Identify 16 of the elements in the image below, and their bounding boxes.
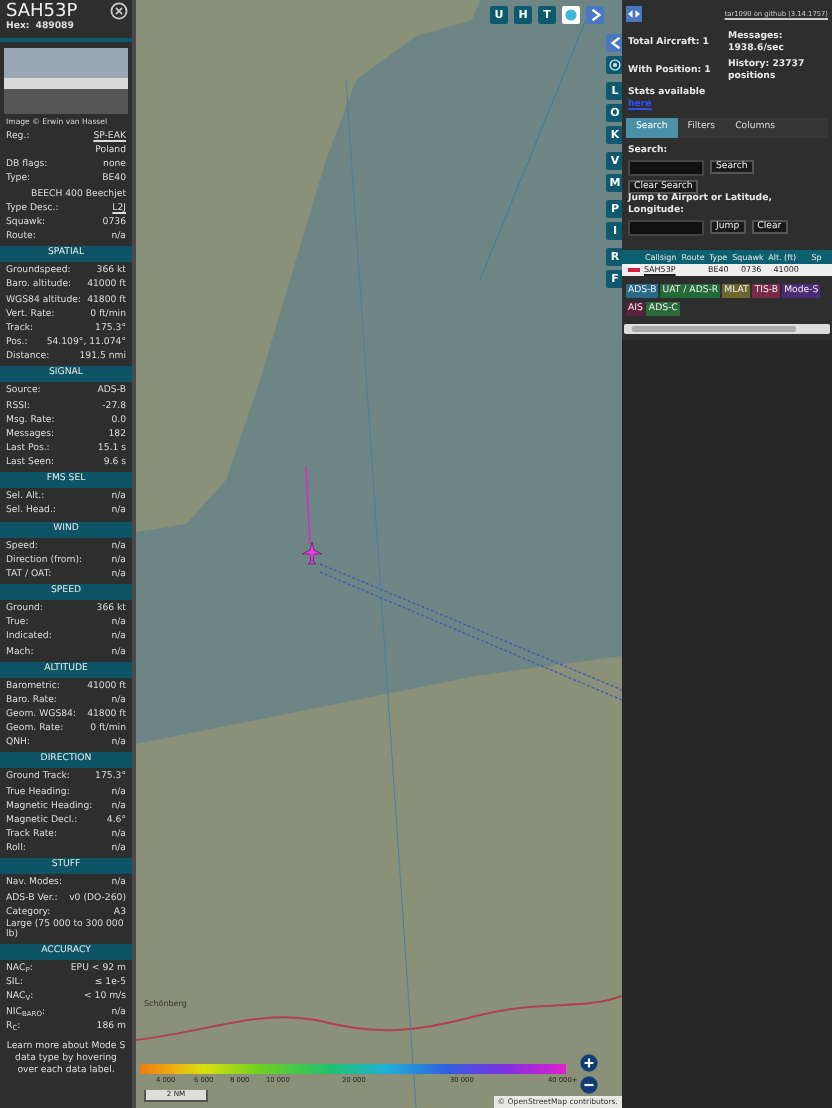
panel-toggle-button[interactable]	[626, 6, 642, 22]
aircraft-callsign: SAH53P	[6, 2, 78, 22]
zoom-out-button[interactable]	[580, 1070, 598, 1088]
zoom-in-button[interactable]	[580, 1048, 598, 1066]
flag-icon	[627, 264, 640, 273]
expand-button[interactable]	[606, 34, 622, 52]
globe-button[interactable]	[562, 6, 580, 24]
aircraft-icon[interactable]	[301, 541, 323, 565]
collapse-button[interactable]	[586, 6, 604, 24]
settings-button[interactable]	[606, 56, 622, 74]
search-field[interactable]	[628, 159, 704, 176]
photo-placeholder	[4, 48, 128, 114]
flight-track-line	[305, 465, 311, 545]
scrollbar[interactable]	[624, 323, 830, 334]
jump-field[interactable]	[628, 219, 704, 236]
close-icon[interactable]	[110, 2, 128, 20]
